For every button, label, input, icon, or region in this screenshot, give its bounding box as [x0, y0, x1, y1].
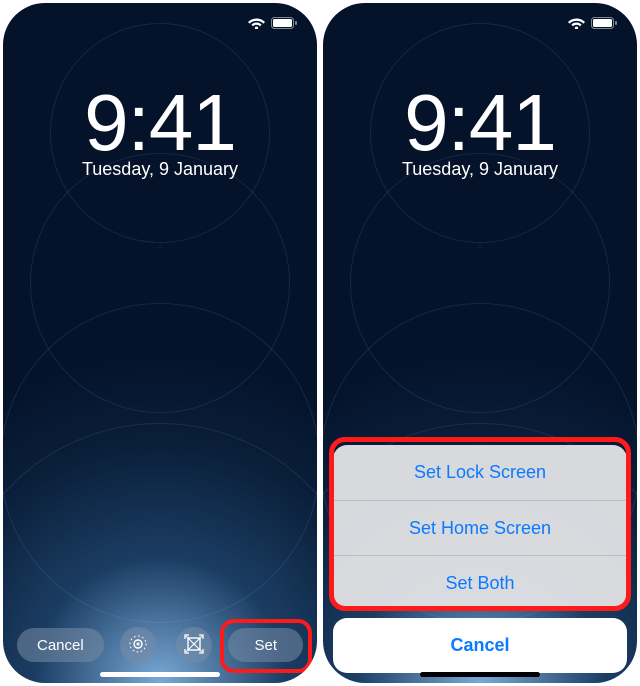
home-indicator[interactable] [100, 672, 220, 677]
live-photo-icon [128, 634, 148, 657]
wallpaper-preview-screen: 9:41 Tuesday, 9 January Cancel Set [3, 3, 317, 683]
action-sheet-options: Set Lock Screen Set Home Screen Set Both [333, 445, 627, 610]
cancel-button[interactable]: Cancel [17, 628, 104, 662]
set-home-screen-option[interactable]: Set Home Screen [333, 500, 627, 555]
perspective-zoom-button[interactable] [176, 627, 212, 663]
set-lock-screen-option[interactable]: Set Lock Screen [333, 445, 627, 500]
set-button[interactable]: Set [228, 628, 303, 662]
lock-clock: 9:41 [323, 77, 637, 169]
home-indicator[interactable] [420, 672, 540, 677]
action-sheet-cancel-button[interactable]: Cancel [333, 618, 627, 673]
status-bar [3, 3, 317, 47]
lock-clock: 9:41 [3, 77, 317, 169]
lock-date: Tuesday, 9 January [3, 159, 317, 180]
perspective-zoom-icon [184, 634, 204, 657]
wallpaper-set-options-screen: 9:41 Tuesday, 9 January Set Lock Screen … [323, 3, 637, 683]
wifi-icon [568, 16, 585, 34]
live-photo-toggle-button[interactable] [120, 627, 156, 663]
battery-icon [591, 16, 617, 34]
status-bar [323, 3, 637, 47]
set-both-option[interactable]: Set Both [333, 555, 627, 610]
action-sheet: Set Lock Screen Set Home Screen Set Both… [333, 445, 627, 673]
lock-date: Tuesday, 9 January [323, 159, 637, 180]
wifi-icon [248, 16, 265, 34]
battery-icon [271, 16, 297, 34]
wallpaper-toolbar: Cancel Set [3, 627, 317, 663]
